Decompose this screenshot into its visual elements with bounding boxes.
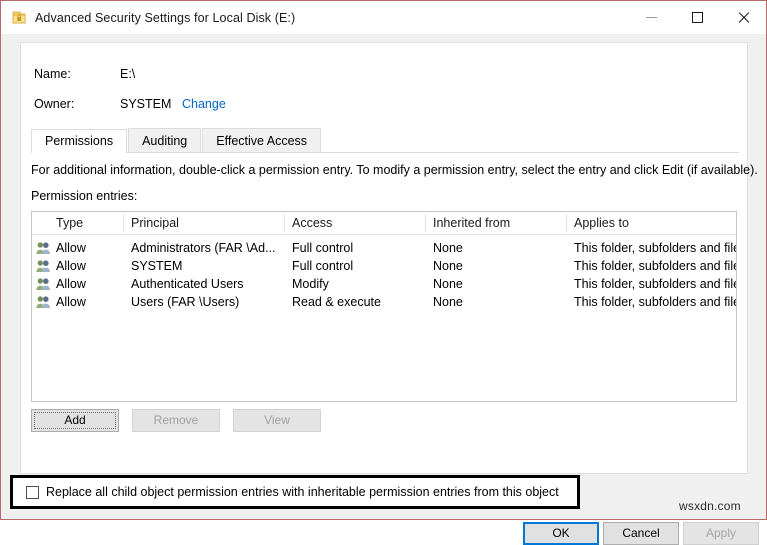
cell-access: Full control bbox=[285, 239, 426, 257]
cell-type: Allow bbox=[49, 275, 124, 293]
site-watermark: wsxdn.com bbox=[679, 499, 741, 513]
cell-type: Allow bbox=[49, 293, 124, 311]
tab-auditing[interactable]: Auditing bbox=[128, 128, 201, 152]
remove-button: Remove bbox=[132, 409, 220, 432]
tab-strip: Permissions Auditing Effective Access bbox=[31, 129, 739, 153]
info-text: For additional information, double-click… bbox=[31, 163, 758, 177]
cell-access: Modify bbox=[285, 275, 426, 293]
tab-auditing-label: Auditing bbox=[142, 134, 187, 148]
cell-principal: Users (FAR \Users) bbox=[124, 293, 285, 311]
owner-change-link[interactable]: Change bbox=[182, 97, 226, 111]
permission-entries-table[interactable]: Type Principal Access Inherited from App… bbox=[31, 211, 737, 402]
owner-value: SYSTEM bbox=[120, 97, 171, 111]
column-header-access[interactable]: Access bbox=[285, 212, 426, 234]
view-button: View bbox=[233, 409, 321, 432]
tab-effective-access[interactable]: Effective Access bbox=[202, 128, 321, 152]
cell-applies-to: This folder, subfolders and files bbox=[567, 293, 737, 311]
column-header-inherited-from[interactable]: Inherited from bbox=[426, 212, 567, 234]
column-header-principal-label: Principal bbox=[131, 216, 179, 230]
cell-type: Allow bbox=[49, 239, 124, 257]
cell-inherited-from: None bbox=[426, 257, 567, 275]
minimize-icon bbox=[646, 17, 657, 18]
owner-label: Owner: bbox=[34, 97, 74, 111]
column-header-principal[interactable]: Principal bbox=[124, 212, 285, 234]
cell-type: Allow bbox=[49, 257, 124, 275]
apply-button: Apply bbox=[683, 522, 759, 545]
cell-applies-to: This folder, subfolders and files bbox=[567, 275, 737, 293]
column-header-access-label: Access bbox=[292, 216, 332, 230]
name-value: E:\ bbox=[120, 67, 135, 81]
cell-applies-to: This folder, subfolders and files bbox=[567, 239, 737, 257]
caption-button-group bbox=[628, 1, 766, 34]
table-header-row: Type Principal Access Inherited from App… bbox=[32, 212, 736, 235]
entry-action-buttons: Add Remove View bbox=[31, 409, 321, 432]
table-row[interactable]: Allow Administrators (FAR \Ad... Full co… bbox=[32, 239, 736, 257]
tab-effective-access-label: Effective Access bbox=[216, 134, 307, 148]
dialog-body: Name: E:\ Owner: SYSTEM Change Permissio… bbox=[2, 34, 766, 519]
dialog-footer: OK Cancel Apply bbox=[2, 486, 766, 519]
content-panel: Name: E:\ Owner: SYSTEM Change Permissio… bbox=[20, 42, 748, 474]
tab-permissions-label: Permissions bbox=[45, 134, 113, 148]
permission-entries-label: Permission entries: bbox=[31, 189, 137, 203]
table-row[interactable]: Allow Users (FAR \Users) Read & execute … bbox=[32, 293, 736, 311]
tab-permissions[interactable]: Permissions bbox=[31, 129, 127, 153]
cancel-button[interactable]: Cancel bbox=[603, 522, 679, 545]
table-row[interactable]: Allow SYSTEM Full control None This fold… bbox=[32, 257, 736, 275]
maximize-button[interactable] bbox=[674, 1, 720, 34]
minimize-button[interactable] bbox=[628, 1, 674, 34]
maximize-icon bbox=[692, 12, 703, 23]
cell-principal: Administrators (FAR \Ad... bbox=[124, 239, 285, 257]
table-body: Allow Administrators (FAR \Ad... Full co… bbox=[32, 235, 736, 311]
add-button[interactable]: Add bbox=[31, 409, 119, 432]
close-icon bbox=[737, 11, 750, 24]
cell-access: Full control bbox=[285, 257, 426, 275]
column-header-applies-to[interactable]: Applies to bbox=[567, 212, 737, 234]
cell-principal: SYSTEM bbox=[124, 257, 285, 275]
cell-inherited-from: None bbox=[426, 275, 567, 293]
title-bar: Advanced Security Settings for Local Dis… bbox=[1, 1, 766, 34]
close-button[interactable] bbox=[720, 1, 766, 34]
ok-button[interactable]: OK bbox=[523, 522, 599, 545]
cell-inherited-from: None bbox=[426, 293, 567, 311]
cell-access: Read & execute bbox=[285, 293, 426, 311]
security-folder-icon bbox=[11, 10, 27, 26]
column-header-applies-to-label: Applies to bbox=[574, 216, 629, 230]
name-label: Name: bbox=[34, 67, 71, 81]
table-row[interactable]: Allow Authenticated Users Modify None Th… bbox=[32, 275, 736, 293]
cell-inherited-from: None bbox=[426, 239, 567, 257]
cell-principal: Authenticated Users bbox=[124, 275, 285, 293]
advanced-security-settings-window: Advanced Security Settings for Local Dis… bbox=[0, 0, 767, 520]
column-header-type[interactable]: Type bbox=[49, 212, 124, 234]
cell-applies-to: This folder, subfolders and files bbox=[567, 257, 737, 275]
column-header-type-label: Type bbox=[56, 216, 83, 230]
column-header-inherited-from-label: Inherited from bbox=[433, 216, 510, 230]
window-title: Advanced Security Settings for Local Dis… bbox=[35, 11, 295, 25]
